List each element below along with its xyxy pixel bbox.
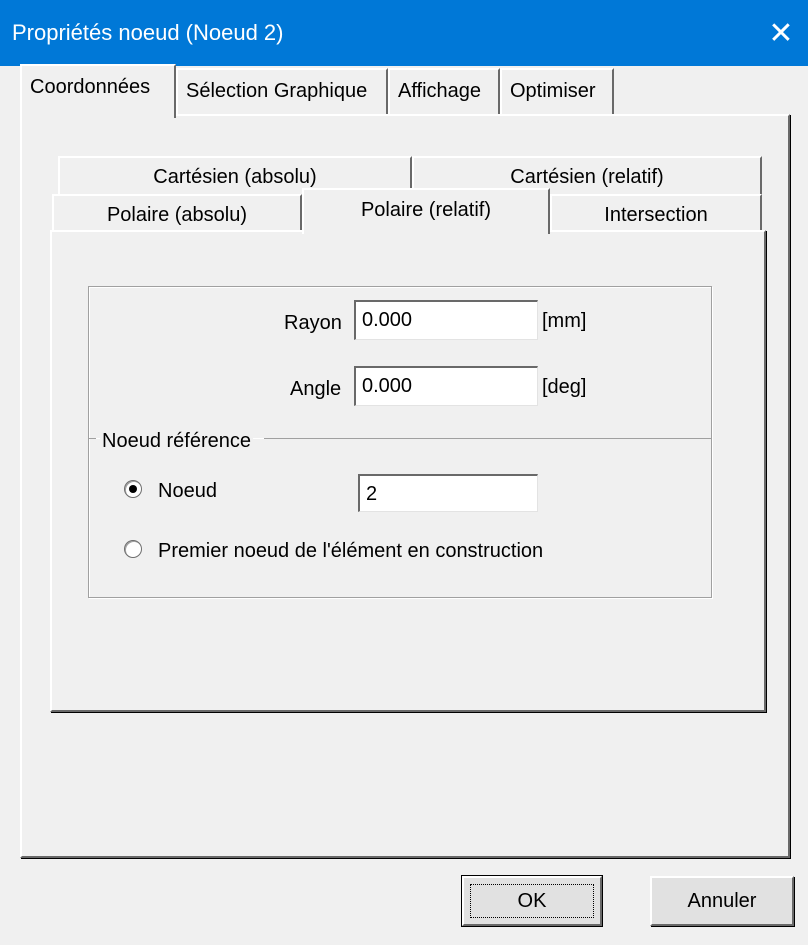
group-border-segment-right [264, 438, 712, 439]
tab-selection-graphique-label: Sélection Graphique [186, 80, 368, 102]
cancel-button-label: Annuler [687, 890, 757, 912]
tab-coordonnees-label: Coordonnées [30, 76, 151, 98]
reference-group-title: Noeud référence [100, 428, 253, 454]
close-icon: ✕ [768, 16, 794, 50]
radio-premier-noeud[interactable] [124, 540, 146, 562]
rayon-label: Rayon [284, 312, 342, 334]
radio-noeud-label[interactable]: Noeud [158, 478, 217, 504]
radio-premier-noeud-label[interactable]: Premier noeud de l'élément en constructi… [158, 538, 543, 564]
tab-intersection[interactable]: Intersection [550, 194, 762, 232]
reference-node-group [88, 438, 712, 598]
rayon-input[interactable]: 0.000 [354, 300, 538, 340]
ok-button[interactable]: OK [461, 875, 603, 927]
rayon-unit: [mm] [542, 310, 587, 332]
tab-cartesien-absolu-label: Cartésien (absolu) [153, 166, 317, 188]
radio-selected-dot [129, 485, 137, 493]
angle-label: Angle [290, 378, 342, 400]
tab-optimiser[interactable]: Optimiser [500, 68, 614, 114]
angle-input[interactable]: 0.000 [354, 366, 538, 406]
tab-intersection-label: Intersection [604, 204, 708, 226]
angle-unit: [deg] [542, 376, 587, 398]
tab-coordonnees[interactable]: Coordonnées [20, 64, 176, 118]
radio-circle [124, 480, 142, 498]
tab-polaire-absolu-label: Polaire (absolu) [106, 204, 248, 226]
tab-selection-graphique[interactable]: Sélection Graphique [176, 68, 388, 114]
close-button[interactable]: ✕ [756, 8, 806, 58]
focus-rectangle [470, 884, 594, 918]
noeud-input[interactable]: 2 [358, 474, 538, 512]
tab-polaire-relatif[interactable]: Polaire (relatif) [302, 188, 550, 234]
tab-cartesien-relatif-label: Cartésien (relatif) [510, 166, 664, 188]
tab-affichage[interactable]: Affichage [388, 68, 500, 114]
radio-noeud[interactable] [124, 480, 146, 502]
tab-polaire-absolu[interactable]: Polaire (absolu) [52, 194, 302, 232]
tab-polaire-relatif-label: Polaire (relatif) [360, 199, 492, 221]
cancel-button[interactable]: Annuler [650, 876, 794, 926]
group-border-segment [88, 438, 96, 439]
tab-optimiser-label: Optimiser [510, 80, 596, 102]
radio-circle [124, 540, 142, 558]
window-title: Propriétés noeud (Noeud 2) [12, 20, 284, 45]
tab-affichage-label: Affichage [398, 80, 482, 102]
